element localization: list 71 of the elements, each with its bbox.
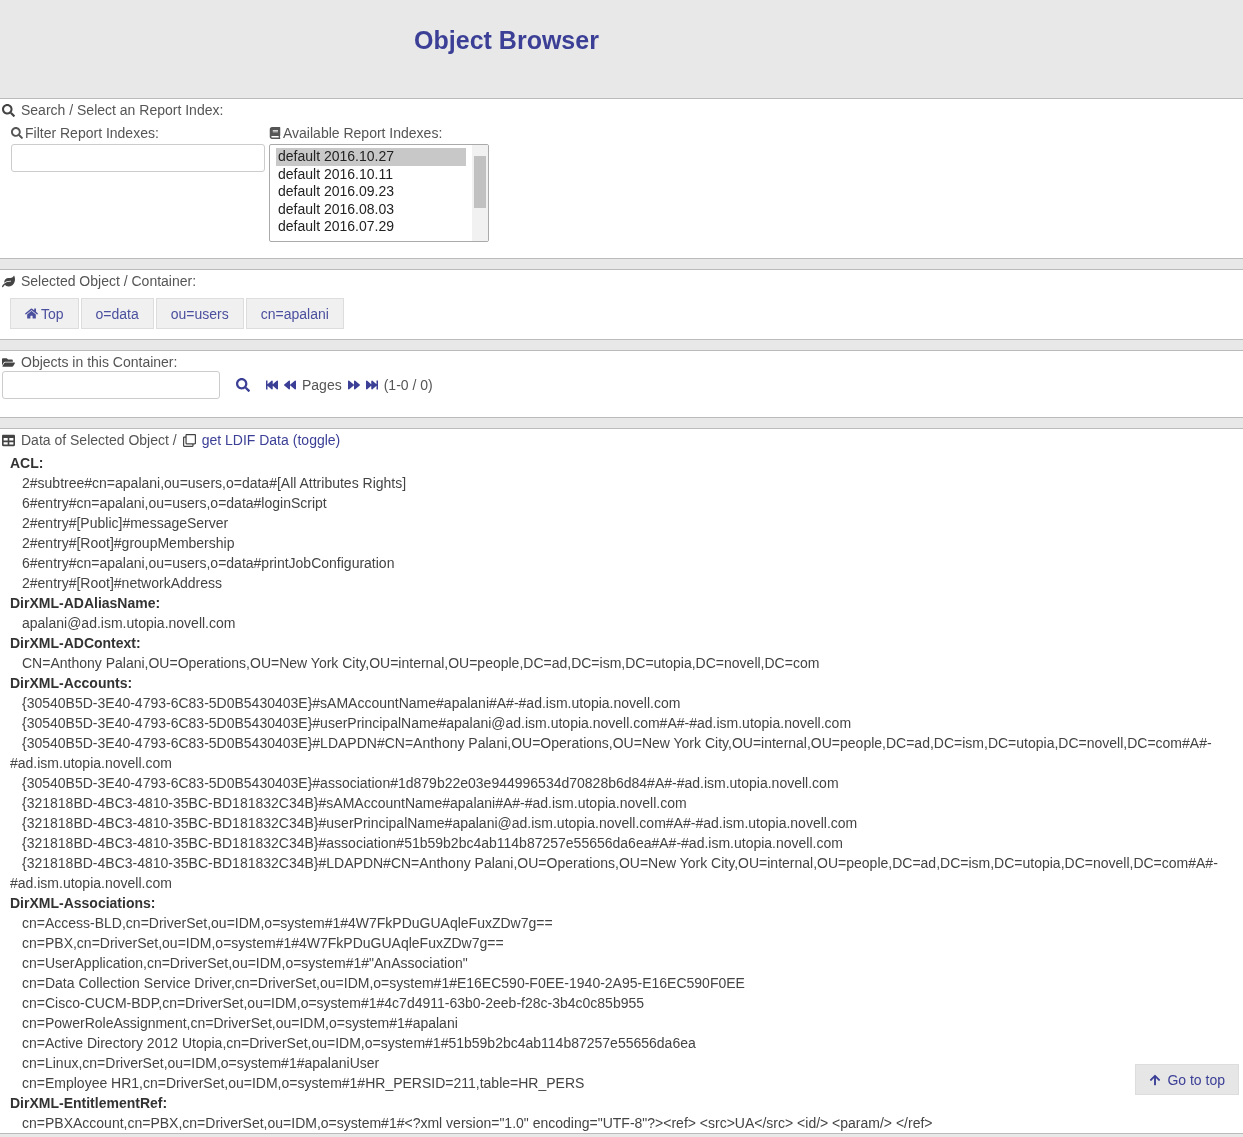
panel-heading: Selected Object / Container: — [21, 273, 197, 289]
attribute-value: 6#entry#cn=apalani,ou=users,o=data#loginScript — [21, 494, 328, 513]
filter-input[interactable] — [11, 144, 265, 172]
attribute-value: 2#entry#[Public]#messageServer — [21, 514, 230, 533]
attribute-value: cn=Employee HR1,cn=DriverSet,ou=IDM,o=system#1#HR_PERSID=211,table=HR_PERS — [21, 1074, 586, 1093]
attribute-value: 2#subtree#cn=apalani,ou=users,o=data#[All Attributes Rights] — [21, 474, 408, 493]
search-icon — [2, 103, 15, 117]
attribute-value: cn=Access-BLD,cn=DriverSet,ou=IDM,o=system#1#4W7FkPDuGUAqleFuxZDw7g== — [21, 914, 554, 933]
attribute-value: cn=Active Directory 2012 Utopia,cn=DriverSet,ou=IDM,o=system#1#51b59b2bc4ab114b87257e55656da6ea — [21, 1034, 697, 1053]
panel-heading: Data of Selected Object / — [21, 432, 177, 448]
attribute-value: cn=Cisco-CUCM-BDP,cn=DriverSet,ou=IDM,o=system#1#4c7d4911-63b0-2eeb-f28c-3b4c0c85b955 — [21, 994, 646, 1013]
available-label: Available Report Indexes: — [269, 125, 499, 141]
breadcrumb-button[interactable]: Top — [10, 298, 79, 329]
first-page-icon[interactable] — [266, 379, 278, 391]
attribute-name: ACL: — [10, 454, 45, 473]
breadcrumb-button[interactable]: ou=users — [155, 298, 244, 329]
table-icon — [2, 433, 15, 447]
search-icon — [11, 127, 23, 139]
page-range: (1-0 / 0) — [383, 377, 433, 393]
index-option[interactable]: default 2016.10.11 — [276, 165, 466, 184]
index-option[interactable]: default 2016.10.27 — [276, 148, 466, 166]
breadcrumb-button[interactable]: cn=apalani — [245, 298, 344, 329]
page-title: Object Browser — [413, 24, 600, 56]
scrollbar[interactable] — [472, 145, 488, 241]
attribute-value: apalani@ad.ism.utopia.novell.com — [21, 614, 237, 633]
copy-icon — [182, 433, 196, 447]
attribute-value: cn=PBXAccount,cn=PBX,cn=DriverSet,ou=IDM,o=system#1#<?xml version="1.0" encoding="UTF-8"?><ref> <src>UA</src> <id/> <param/> </ref> — [21, 1114, 934, 1133]
toggle-link[interactable]: (toggle) — [292, 432, 341, 448]
attribute-value: {30540B5D-3E40-4793-6C83-5D0B5430403E}#userPrincipalName#apalani@ad.ism.utopia.novell.com#A#-#ad.ism.utopia.novell.com — [21, 714, 853, 733]
home-icon — [25, 307, 38, 320]
attribute-value: {30540B5D-3E40-4793-6C83-5D0B5430403E}#sAMAccountName#apalani#A#-#ad.ism.utopia.novell.com — [21, 694, 682, 713]
index-option[interactable]: default 2016.08.03 — [276, 200, 466, 219]
book-icon — [269, 127, 281, 139]
attribute-value: {30540B5D-3E40-4793-6C83-5D0B5430403E}#LDAPDN#CN=Anthony Palani,OU=Operations,OU=New York City,OU=internal,OU=people,DC=ad,DC=ism,DC=utopia,DC=novell,DC=com#A#-#ad.ism.utopia.novell.com — [10, 734, 1213, 773]
up-arrow-icon — [1149, 1073, 1162, 1086]
breadcrumb-button[interactable]: o=data — [80, 298, 154, 329]
attribute-name: DirXML-ADAliasName: — [10, 594, 162, 613]
attribute-value: {321818BD-4BC3-4810-35BC-BD181832C34B}#LDAPDN#CN=Anthony Palani,OU=Operations,OU=New York City,OU=internal,OU=people,DC=ad,DC=ism,DC=utopia,DC=novell,DC=com#A#-#ad.ism.utopia.novell.com — [10, 854, 1219, 893]
panel-heading: Objects in this Container: — [21, 354, 178, 370]
attribute-value: cn=PBX,cn=DriverSet,ou=IDM,o=system#1#4W7FkPDuGUAqleFuxZDw7g== — [21, 934, 505, 953]
ldif-link[interactable]: get LDIF Data — [201, 432, 289, 448]
attribute-name: DirXML-EntitlementRef: — [10, 1094, 169, 1113]
attribute-value: 6#entry#cn=apalani,ou=users,o=data#printJobConfiguration — [21, 554, 396, 573]
pages-label: Pages — [302, 377, 342, 393]
attribute-name: DirXML-ADContext: — [10, 634, 142, 653]
attribute-value: 2#entry#[Root]#networkAddress — [21, 574, 223, 593]
attribute-value: {30540B5D-3E40-4793-6C83-5D0B5430403E}#association#1d879b22e03e944996534d70828b6d84#A#-#ad.ism.utopia.novell.com — [21, 774, 840, 793]
search-icon[interactable] — [236, 378, 250, 392]
attribute-value: cn=UserApplication,cn=DriverSet,ou=IDM,o=system#1#"AnAssociation" — [21, 954, 469, 973]
object-filter-input[interactable] — [2, 371, 220, 399]
attribute-value: cn=Data Collection Service Driver,cn=DriverSet,ou=IDM,o=system#1#E16EC590-F0EE-1940-2A95-E16EC590F0EE — [21, 974, 746, 993]
attribute-name: DirXML-Accounts: — [10, 674, 134, 693]
attribute-value: CN=Anthony Palani,OU=Operations,OU=New York City,OU=internal,OU=people,DC=ad,DC=ism,DC=utopia,DC=novell,DC=com — [21, 654, 821, 673]
leaf-icon — [2, 274, 15, 288]
attribute-value: {321818BD-4BC3-4810-35BC-BD181832C34B}#userPrincipalName#apalani@ad.ism.utopia.novell.com#A#-#ad.ism.utopia.novell.com — [21, 814, 859, 833]
index-listbox[interactable]: default 2016.10.27 default 2016.10.11 default 2016.09.23 default 2016.08.03 default 2016.07.29 — [269, 144, 489, 242]
last-page-icon[interactable] — [365, 379, 378, 391]
next-page-icon[interactable] — [347, 379, 360, 391]
attribute-value: {321818BD-4BC3-4810-35BC-BD181832C34B}#sAMAccountName#apalani#A#-#ad.ism.utopia.novell.com — [21, 794, 688, 813]
go-to-top-button[interactable]: Go to top — [1135, 1064, 1239, 1095]
previous-page-icon[interactable] — [284, 379, 296, 391]
index-option[interactable]: default 2016.09.23 — [276, 183, 466, 201]
attribute-value: 2#entry#[Root]#groupMembership — [21, 534, 236, 553]
attribute-name: DirXML-Associations: — [10, 894, 157, 913]
attribute-value: {321818BD-4BC3-4810-35BC-BD181832C34B}#association#51b59b2bc4ab114b87257e55656da6ea#A#-#ad.ism.utopia.novell.com — [21, 834, 844, 853]
index-option[interactable]: default 2016.07.29 — [276, 218, 466, 236]
attribute-value: cn=Linux,cn=DriverSet,ou=IDM,o=system#1#apalaniUser — [21, 1054, 381, 1073]
attribute-value: cn=PowerRoleAssignment,cn=DriverSet,ou=IDM,o=system#1#apalani — [21, 1014, 459, 1033]
folder-icon — [2, 355, 15, 369]
filter-label: Filter Report Indexes: — [11, 125, 265, 141]
panel-heading: Search / Select an Report Index: — [21, 102, 224, 118]
